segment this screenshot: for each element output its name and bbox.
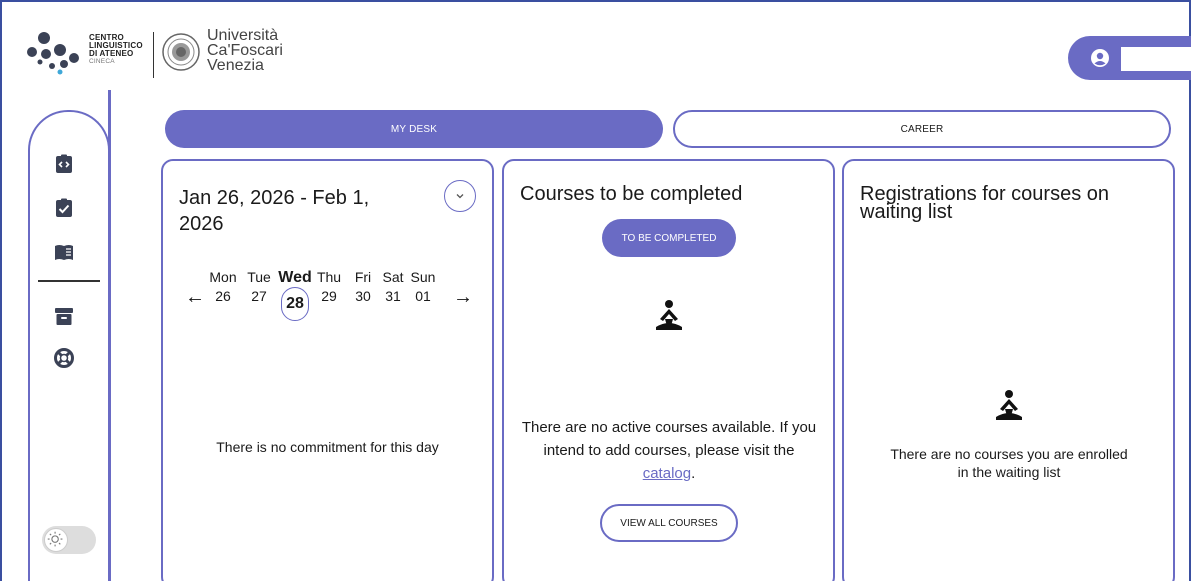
theme-toggle[interactable] <box>42 526 96 554</box>
day-sun[interactable]: Sun 01 <box>405 269 441 304</box>
tab-my-desk[interactable]: MY DESK <box>165 110 663 148</box>
meditation-icon <box>996 390 1022 420</box>
waiting-list-card: Registrations for courses on waiting lis… <box>842 159 1175 581</box>
day-tue[interactable]: Tue 27 <box>241 269 277 304</box>
logo-divider <box>153 32 154 78</box>
university-seal-icon <box>162 33 200 71</box>
calendar-card: Jan 26, 2026 - Feb 1, 2026 ← Mon 26 Tue … <box>161 159 494 581</box>
user-menu-button[interactable] <box>1068 36 1191 80</box>
university-name: Università Ca'Foscari Venezia <box>207 27 283 74</box>
tab-career[interactable]: CAREER <box>673 110 1171 148</box>
courses-title: Courses to be completed <box>520 183 743 205</box>
header: CENTRO LINGUISTICO DI ATENEO CINECA Univ… <box>2 2 1191 92</box>
calendar-expand-button[interactable] <box>444 180 476 212</box>
catalog-link[interactable]: catalog <box>643 465 691 482</box>
code-clipboard-icon[interactable] <box>54 154 74 174</box>
checklist-icon[interactable] <box>54 198 74 218</box>
view-all-courses-button[interactable]: VIEW ALL COURSES <box>600 504 738 542</box>
sidebar <box>28 110 110 581</box>
meditation-icon <box>656 300 682 330</box>
prev-week-arrow-icon[interactable]: ← <box>185 286 205 309</box>
next-week-arrow-icon[interactable]: → <box>453 286 473 309</box>
book-icon[interactable] <box>54 242 74 262</box>
archive-icon[interactable] <box>54 306 74 326</box>
user-circle-icon <box>1091 49 1109 67</box>
no-waiting-message: There are no courses you are enrolled in… <box>890 446 1128 480</box>
cla-logo-icon <box>27 32 79 75</box>
theme-toggle-knob <box>44 528 68 552</box>
sun-icon <box>47 531 63 547</box>
day-wed-selected[interactable]: Wed 28 <box>277 269 313 321</box>
to-be-completed-button[interactable]: TO BE COMPLETED <box>602 219 736 257</box>
day-thu[interactable]: Thu 29 <box>311 269 347 304</box>
day-mon[interactable]: Mon 26 <box>205 269 241 304</box>
username-field <box>1121 47 1191 71</box>
no-commitment-text: There is no commitment for this day <box>216 439 439 455</box>
sidebar-divider <box>38 280 100 282</box>
calendar-range: Jan 26, 2026 - Feb 1, 2026 <box>179 187 370 235</box>
cla-logo-text: CENTRO LINGUISTICO DI ATENEO CINECA <box>89 33 143 66</box>
chevron-down-icon <box>456 194 464 199</box>
lifebuoy-icon[interactable] <box>54 348 74 368</box>
waiting-list-title: Registrations for courses on waiting lis… <box>860 183 1110 223</box>
courses-card: Courses to be completed TO BE COMPLETED … <box>502 159 835 581</box>
no-courses-message: There are no active courses available. I… <box>521 419 817 482</box>
